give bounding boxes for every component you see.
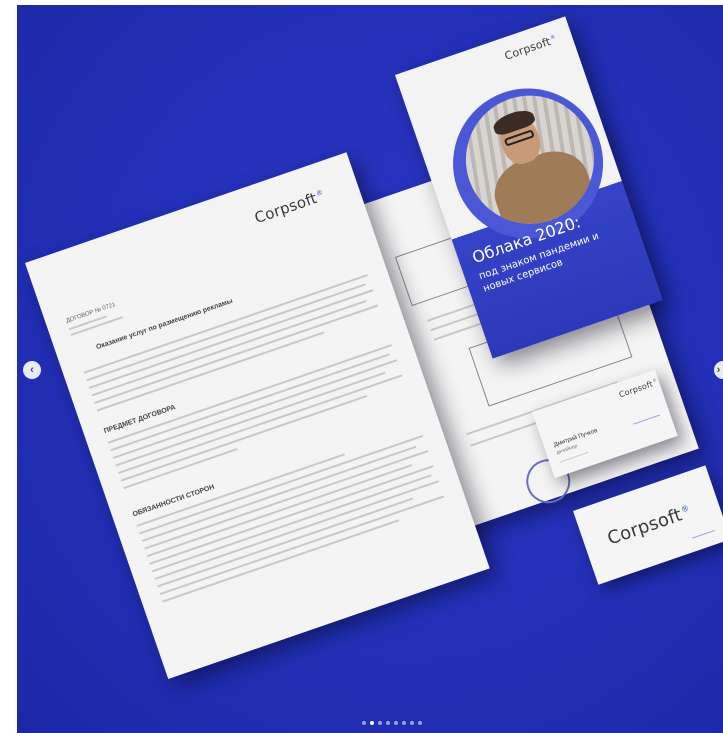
card-brand-large: Corpsoft® (604, 502, 691, 550)
carousel-dot[interactable] (386, 721, 390, 725)
carousel-dot[interactable] (394, 721, 398, 725)
carousel-dot[interactable] (418, 721, 422, 725)
carousel-dot[interactable] (402, 721, 406, 725)
carousel-dot[interactable] (362, 721, 366, 725)
chevron-left-icon: ‹ (30, 364, 34, 376)
carousel-pagination (362, 721, 422, 725)
carousel-dot[interactable] (378, 721, 382, 725)
chevron-right-icon: › (716, 364, 721, 376)
slide-image: Corpsoft® Corpsoft® ДОГОВОР № 0721 Оказа… (17, 5, 723, 733)
letter-brand: Corpsoft® (252, 188, 325, 228)
brochure-brand: Corpsoft® (502, 34, 557, 63)
carousel-dot[interactable] (410, 721, 414, 725)
card-brand-small: Corpsoft® (617, 378, 658, 400)
carousel-dot[interactable] (370, 721, 374, 725)
prev-slide-button[interactable]: ‹ (23, 361, 41, 379)
portrait-photo (448, 78, 612, 242)
